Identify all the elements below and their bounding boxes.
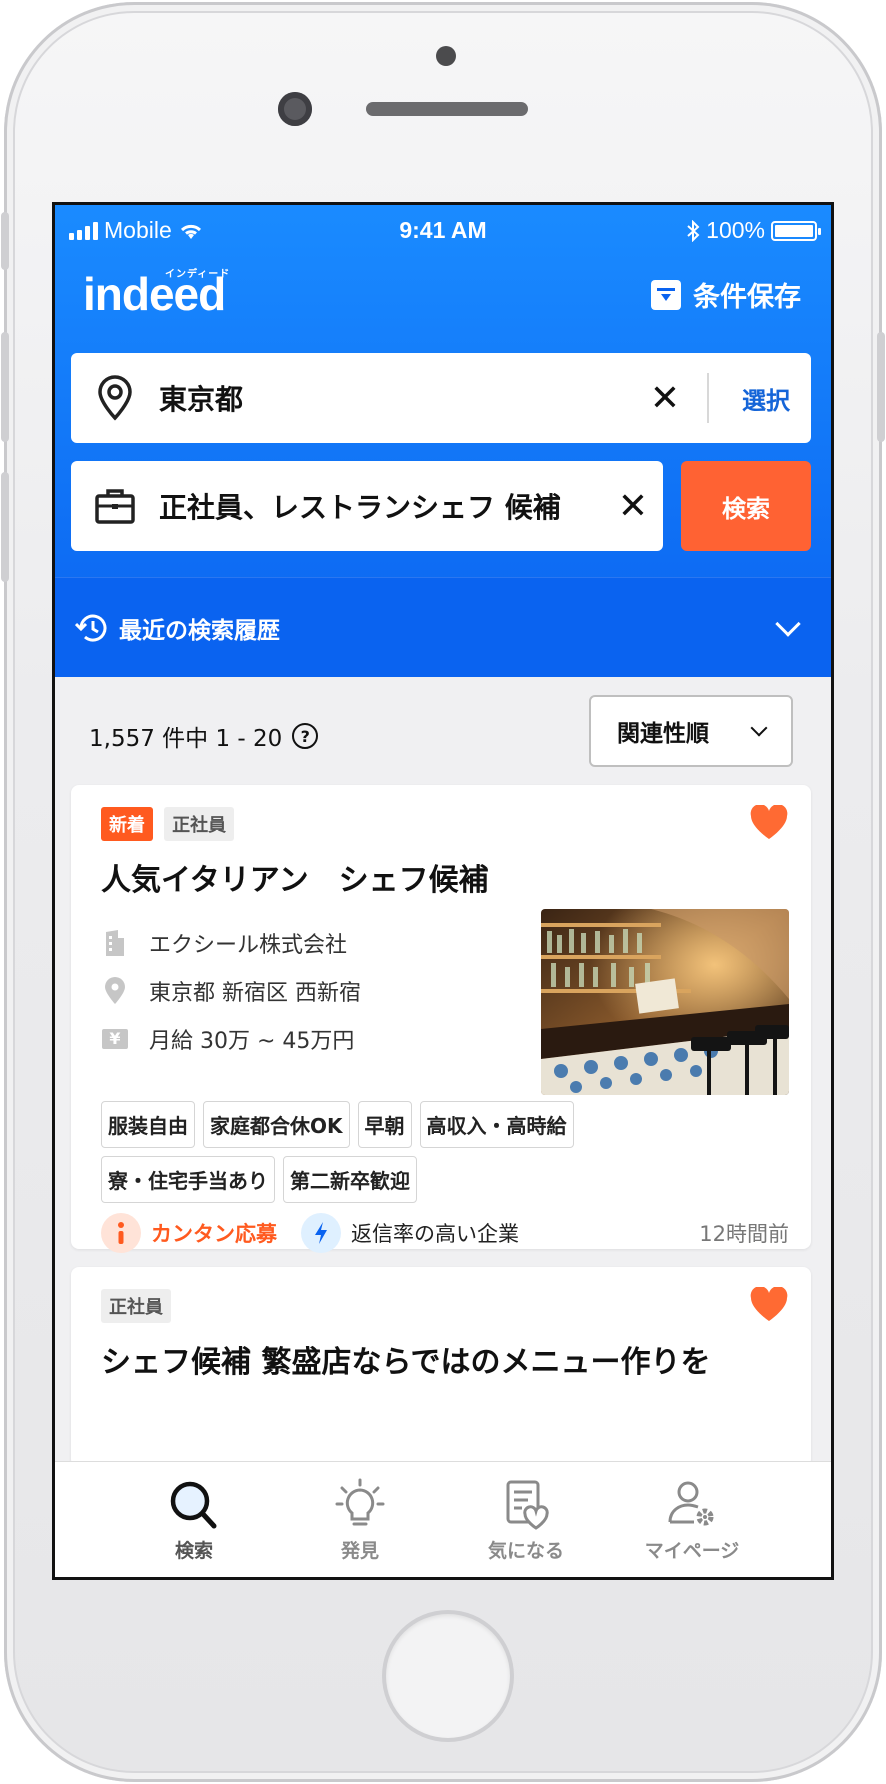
keyword-field[interactable]: 正社員、レストランシェフ 候補 ✕ <box>71 461 663 551</box>
new-badge: 新着 <box>101 807 153 841</box>
keyword-clear-icon[interactable]: ✕ <box>603 486 663 527</box>
job-badges: 正社員 <box>101 1289 177 1323</box>
battery-percent: 100% <box>706 217 765 243</box>
volume-up-button <box>1 332 9 442</box>
logo-katakana: インディード <box>165 269 231 280</box>
volume-down-button <box>1 472 9 582</box>
tag: 高収入・高時給 <box>419 1101 574 1148</box>
lightbulb-icon <box>335 1478 385 1526</box>
salary: 月給 30万 ~ 45万円 <box>149 1029 355 1054</box>
building-icon <box>101 929 129 957</box>
save-download-icon <box>651 279 681 310</box>
company-name[interactable]: エクシール株式会社 <box>149 927 347 959</box>
sort-dropdown[interactable]: 関連性順 <box>589 695 793 767</box>
job-badges: 新着 正社員 <box>101 807 240 841</box>
tab-label: 気になる <box>487 1540 564 1562</box>
briefcase-icon <box>71 487 159 525</box>
job-meta: エクシール株式会社 東京都 新宿区 西新宿 ¥ 月給 30万 ~ 45万円 <box>101 919 361 1063</box>
location-select-button[interactable]: 選択 <box>721 381 811 416</box>
user-settings-icon <box>668 1481 714 1526</box>
tab-label: 発見 <box>340 1540 379 1562</box>
easy-apply-indicator: カンタン応募 <box>101 1213 277 1253</box>
save-search-button[interactable]: 条件保存 <box>651 275 801 314</box>
help-icon[interactable]: ? <box>292 723 319 749</box>
search-button[interactable]: 検索 <box>681 461 811 551</box>
location-clear-icon[interactable]: ✕ <box>635 378 695 419</box>
location-pin-icon <box>101 977 129 1005</box>
job-title[interactable]: シェフ候補 繁盛店ならではのメニュー作りを <box>101 1337 711 1381</box>
heart-icon[interactable] <box>749 805 789 841</box>
sort-label: 関連性順 <box>617 721 709 747</box>
tag: 服装自由 <box>101 1101 195 1148</box>
tab-label: 検索 <box>174 1540 213 1562</box>
app-screen: Mobile 9:41 AM 100% インディード indeed 条件保存 東… <box>52 202 834 1580</box>
divider <box>707 373 709 423</box>
silent-switch <box>1 212 9 270</box>
job-card[interactable]: 正社員 シェフ候補 繁盛店ならではのメニュー作りを <box>71 1267 811 1467</box>
bottom-tab-bar: 検索 発見 気になる マイページ <box>55 1461 831 1577</box>
lightning-icon <box>301 1213 341 1253</box>
battery-icon <box>771 220 821 241</box>
high-reply-rate-indicator: 返信率の高い企業 <box>301 1213 519 1253</box>
job-card[interactable]: 新着 正社員 人気イタリアン シェフ候補 エクシール株式会社 東京都 新宿区 西… <box>71 785 811 1253</box>
search-header: Mobile 9:41 AM 100% インディード indeed 条件保存 東… <box>55 205 831 677</box>
recent-searches-label: 最近の検索履歴 <box>119 617 280 644</box>
heart-icon[interactable] <box>749 1287 789 1323</box>
chevron-down-icon <box>775 610 801 637</box>
posted-time: 12時間前 <box>699 1222 789 1246</box>
job-photo <box>541 909 789 1095</box>
job-footer: カンタン応募 返信率の高い企業 12時間前 <box>101 1211 789 1255</box>
tab-label: マイページ <box>644 1540 740 1562</box>
job-tags: 服装自由 家庭都合休OK 早朝 高収入・高時給 寮・住宅手当あり 第二新卒歓迎 <box>101 1101 641 1203</box>
home-button[interactable] <box>386 1614 510 1738</box>
job-title[interactable]: 人気イタリアン シェフ候補 <box>101 855 489 899</box>
location-field[interactable]: 東京都 ✕ 選択 <box>71 353 811 443</box>
front-camera <box>278 92 312 126</box>
recent-searches-toggle[interactable]: 最近の検索履歴 <box>55 577 831 677</box>
saved-list-heart-icon <box>506 1480 549 1530</box>
easy-apply-icon <box>101 1213 141 1253</box>
tag: 家庭都合休OK <box>203 1101 350 1148</box>
tab-discover[interactable]: 発見 <box>300 1478 420 1577</box>
results-count: 1,557 件中 1 - 20 ? <box>89 719 319 753</box>
power-button <box>877 332 885 442</box>
job-location: 東京都 新宿区 西新宿 <box>149 981 361 1006</box>
location-pin-icon <box>71 375 159 421</box>
chevron-down-icon <box>750 719 768 737</box>
tab-search[interactable]: 検索 <box>134 1478 254 1577</box>
results-summary: 1,557 件中 1 - 20 <box>89 726 283 752</box>
location-input[interactable]: 東京都 <box>159 378 635 418</box>
indeed-logo[interactable]: インディード indeed <box>83 267 229 321</box>
tab-saved[interactable]: 気になる <box>466 1478 586 1577</box>
yen-icon: ¥ <box>101 1029 129 1049</box>
bluetooth-icon <box>687 219 700 242</box>
tag: 第二新卒歓迎 <box>283 1156 417 1203</box>
save-search-label: 条件保存 <box>693 282 801 313</box>
status-bar: Mobile 9:41 AM 100% <box>55 205 831 255</box>
keyword-input[interactable]: 正社員、レストランシェフ 候補 <box>159 486 603 526</box>
history-clock-icon <box>75 614 107 642</box>
employment-type-badge: 正社員 <box>101 1289 171 1323</box>
employment-type-badge: 正社員 <box>164 807 235 841</box>
earpiece-speaker <box>366 102 528 116</box>
easy-apply-label: カンタン応募 <box>151 1222 277 1246</box>
proximity-sensor <box>436 46 456 66</box>
reply-rate-label: 返信率の高い企業 <box>351 1222 519 1246</box>
tag: 早朝 <box>357 1101 412 1148</box>
tag: 寮・住宅手当あり <box>101 1156 275 1203</box>
tab-mypage[interactable]: マイページ <box>632 1478 752 1577</box>
search-icon <box>170 1481 217 1529</box>
